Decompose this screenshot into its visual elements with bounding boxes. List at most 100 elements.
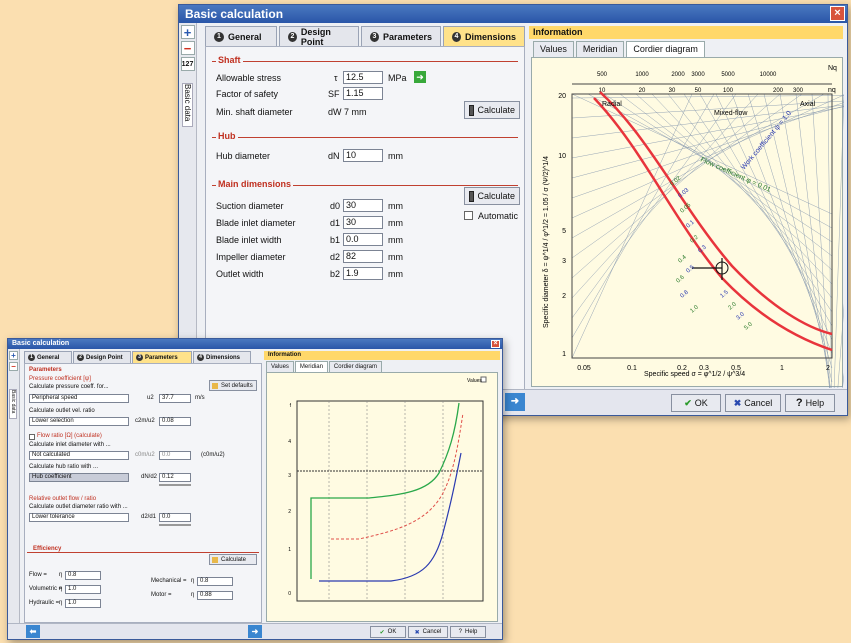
- diagram-grid-line: [571, 93, 833, 215]
- curve-value-label: 3.0: [735, 311, 746, 321]
- blade-inlet-diameter-label: Blade inlet diameter: [216, 218, 296, 228]
- allowable-stress-unit: MPa: [388, 73, 407, 83]
- set-defaults-button[interactable]: Set defaults: [209, 380, 257, 391]
- blade-inlet-width-input[interactable]: 0.0: [343, 233, 383, 246]
- front-next-arrow-button[interactable]: ➜: [248, 625, 262, 638]
- top-axis-label-b: nq: [828, 87, 836, 94]
- next-arrow-button[interactable]: ➜: [505, 393, 525, 411]
- min-shaft-diameter-symbol: dW: [328, 107, 342, 117]
- pressure-coeff-select[interactable]: Peripheral speed: [29, 394, 129, 403]
- u2-symbol: u2: [147, 395, 154, 401]
- tab-dimensions[interactable]: 4 Dimensions: [443, 26, 525, 46]
- number-button[interactable]: 127: [180, 57, 195, 71]
- cordier-diagram: 500 1000 2000 3000 5000 10000 10 20 30 50 100 200 30…: [531, 57, 844, 388]
- impeller-diameter-unit: mm: [388, 252, 403, 262]
- tab-parameters[interactable]: 3 Parameters: [361, 26, 441, 46]
- d2d1-input[interactable]: 0.0: [159, 513, 191, 522]
- eff-motor-input[interactable]: 0.88: [197, 591, 233, 600]
- hub-ratio-slider[interactable]: [159, 484, 191, 486]
- y-tick: 2: [562, 293, 566, 300]
- u2-input[interactable]: 37.7: [159, 394, 191, 403]
- front-back-arrow-button[interactable]: ⬅: [26, 625, 40, 638]
- d2d1-slider[interactable]: [159, 524, 191, 526]
- c0m-input[interactable]: 0.0: [159, 451, 191, 460]
- tab-general[interactable]: 1 General: [205, 26, 277, 46]
- add-button[interactable]: +: [180, 25, 195, 39]
- front-y-tick: 2: [288, 509, 291, 515]
- c2m-input[interactable]: 0.08: [159, 417, 191, 426]
- remove-button[interactable]: −: [180, 41, 195, 55]
- calculate-efficiency-button[interactable]: Calculate: [209, 554, 257, 565]
- curve-value-label: 0.4: [677, 254, 688, 264]
- automatic-checkbox[interactable]: [464, 211, 473, 220]
- y-axis-label: Specific diameter δ = ψ^1/4 / φ^1/2 = 1.…: [543, 156, 550, 328]
- diagram-grid-line: [571, 93, 737, 319]
- tab-design-point[interactable]: 2 Design Point: [279, 26, 359, 47]
- diagram-grid-line: [571, 93, 803, 259]
- x-tick: 0.1: [627, 365, 637, 372]
- top-tick-a: 5000: [721, 72, 735, 78]
- top-tick-b: 200: [773, 88, 784, 94]
- subtab-cordier-diagram[interactable]: Cordier diagram: [626, 41, 705, 57]
- subtab-values[interactable]: Values: [533, 41, 574, 57]
- front-subtab-cordier[interactable]: Cordier diagram: [328, 361, 382, 372]
- eff-volumetric-input[interactable]: 1.0: [65, 585, 101, 594]
- min-shaft-diameter-value: 7 mm: [344, 107, 367, 117]
- min-shaft-diameter-label: Min. shaft diameter: [216, 107, 293, 117]
- impeller-diameter-input[interactable]: 82: [343, 250, 383, 263]
- outlet-diam-select[interactable]: Lower tolerance: [29, 513, 129, 522]
- ok-button[interactable]: ✔ OK: [671, 394, 721, 412]
- region-mixed-flow: Mixed-flow: [714, 110, 748, 117]
- eff-hydraulic-input[interactable]: 1.0: [65, 599, 101, 608]
- cancel-button[interactable]: ✖ Cancel: [725, 394, 781, 412]
- eff-flow-label: Flow =: [29, 572, 47, 578]
- top-tick-b: 20: [639, 88, 646, 94]
- eff-flow-input[interactable]: 0.8: [65, 571, 101, 580]
- safety-factor-input[interactable]: 1.15: [343, 87, 383, 100]
- title-bar: Basic calculation ×: [179, 5, 847, 23]
- hub-ratio-input[interactable]: 0.12: [159, 473, 191, 482]
- y-tick: 20: [558, 93, 566, 100]
- curve-value-label: 5.0: [743, 321, 754, 331]
- outlet-vel-select[interactable]: Lower selection: [29, 417, 129, 426]
- inlet-diameter-select[interactable]: Not calculated: [29, 451, 129, 460]
- side-tab[interactable]: Basic data: [182, 83, 193, 127]
- eff-volumetric-label: Volumetric =: [29, 586, 63, 592]
- hub-ratio-select[interactable]: Hub coefficient: [29, 473, 129, 482]
- help-button[interactable]: ? Help: [785, 394, 835, 412]
- front-subtab-meridian[interactable]: Meridian: [294, 361, 328, 372]
- allowable-stress-input[interactable]: 12.5: [343, 71, 383, 84]
- front-side-tab[interactable]: Basic data: [9, 389, 17, 419]
- x-tick: 0.05: [577, 365, 591, 372]
- front-tab-dimensions[interactable]: 4 Dimensions: [193, 351, 251, 363]
- hub-diameter-input[interactable]: 10: [343, 149, 383, 162]
- front-y-tick: 4: [288, 439, 291, 445]
- blade-inlet-diameter-input[interactable]: 30: [343, 216, 383, 229]
- front-close-button[interactable]: ×: [491, 340, 500, 348]
- close-button[interactable]: ×: [830, 6, 845, 21]
- outlet-width-input[interactable]: 1.9: [343, 267, 383, 280]
- apply-arrow-icon[interactable]: ➜: [414, 71, 426, 83]
- calculate-shaft-button[interactable]: Calculate: [464, 101, 520, 119]
- curve-value-label: 0.5: [685, 264, 696, 274]
- front-remove-button[interactable]: −: [9, 362, 18, 371]
- region-axial: Axial: [800, 101, 816, 108]
- c2m-symbol: c2m/u2: [135, 418, 155, 424]
- front-add-button[interactable]: +: [9, 351, 18, 360]
- calculate-dimensions-button[interactable]: Calculate: [464, 187, 520, 205]
- front-tab-general[interactable]: 1 General: [24, 351, 72, 363]
- flow-ratio-checkbox[interactable]: [29, 434, 35, 440]
- front-help-button[interactable]: ? Help: [450, 626, 486, 638]
- front-subtab-values[interactable]: Values: [266, 361, 294, 372]
- inlet-diameter-label: Calculate inlet diameter with ...: [29, 442, 111, 448]
- suction-diameter-input[interactable]: 30: [343, 199, 383, 212]
- front-ok-button[interactable]: ✔ OK: [370, 626, 406, 638]
- eff-mechanical-input[interactable]: 0.8: [197, 577, 233, 586]
- front-cancel-button[interactable]: ✖ Cancel: [408, 626, 448, 638]
- outlet-flow-section-title: Relative outlet flow / ratio: [29, 496, 97, 502]
- diagram-grid-line: [832, 94, 844, 388]
- x-tick: 1: [780, 365, 784, 372]
- subtab-meridian[interactable]: Meridian: [575, 41, 625, 57]
- front-tab-design-point[interactable]: 2 Design Point: [73, 351, 131, 363]
- front-tab-parameters[interactable]: 3 Parameters: [132, 351, 192, 363]
